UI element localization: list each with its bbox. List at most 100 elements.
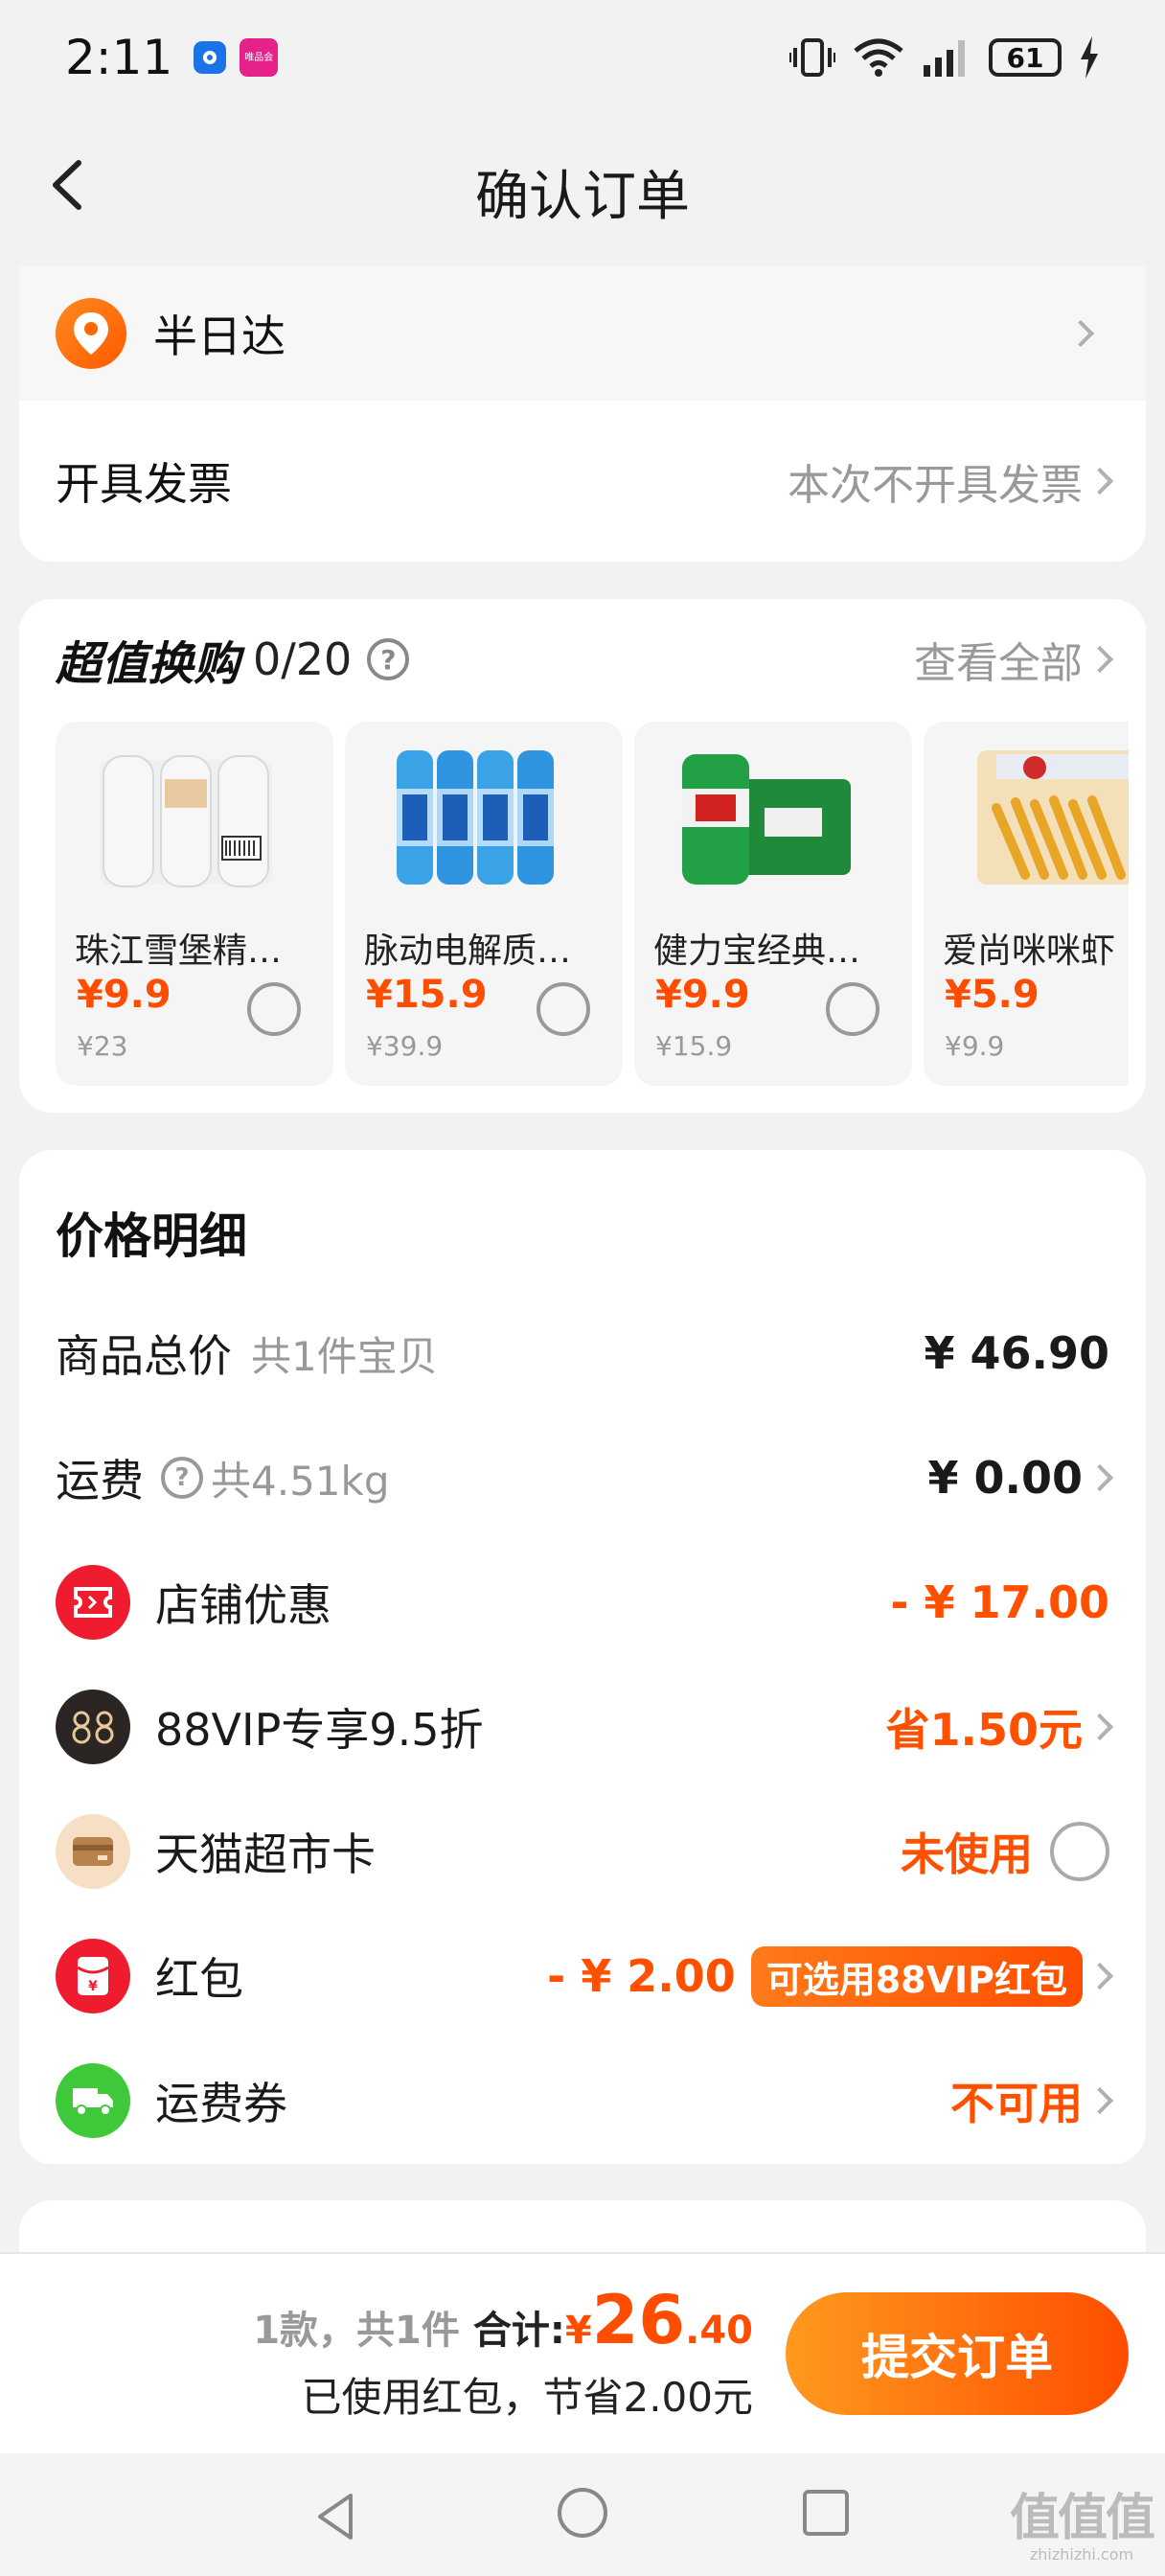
product-price: ¥9.9 xyxy=(655,973,750,1017)
select-radio[interactable] xyxy=(247,982,301,1036)
product-card[interactable]: 脉动电解质… ¥15.9 ¥39.9 xyxy=(345,722,623,1086)
product-image-drink xyxy=(397,750,554,885)
items-total-value: ¥ 46.90 xyxy=(924,1327,1109,1379)
red-packet-label: 红包 xyxy=(155,1953,243,2005)
product-original-price: ¥39.9 xyxy=(366,1030,444,1062)
system-recents-icon[interactable] xyxy=(803,2490,849,2536)
shipping-label: 运费 xyxy=(56,1455,144,1506)
summary-total-integer: 26 xyxy=(591,2281,686,2359)
status-indicators: 61 xyxy=(789,36,1100,79)
vip-row[interactable]: 88VIP专享9.5折 省1.50元 xyxy=(56,1679,1114,1775)
product-name: 脉动电解质… xyxy=(364,932,572,971)
notification-app-icon xyxy=(194,41,227,74)
status-bar: 2:11 唯品会 61 xyxy=(0,0,1165,115)
product-name: 健力宝经典… xyxy=(653,932,861,971)
exchange-card: 超值换购 0/20 ? 查看全部 珠江雪堡精… ¥9.9 ¥23 脉动电解质… … xyxy=(19,599,1146,1113)
signal-icon xyxy=(924,40,965,77)
chevron-right-icon xyxy=(1085,1463,1114,1492)
product-price: ¥5.9 xyxy=(945,973,1039,1017)
summary-currency: ¥ xyxy=(564,2309,592,2353)
help-icon[interactable]: ? xyxy=(161,1457,203,1499)
vip-label: 88VIP专享9.5折 xyxy=(155,1704,484,1756)
summary-count: 1款，共1件 xyxy=(253,2309,460,2353)
shipping-weight: 共4.51kg xyxy=(211,1457,390,1505)
red-packet-icon: ¥ xyxy=(56,1939,130,2013)
invoice-card: 开具发票 本次不开具发票 xyxy=(19,401,1146,562)
watermark-logo: 值值值 xyxy=(1010,2490,1155,2547)
shipping-value: ¥ 0.00 xyxy=(927,1452,1083,1504)
summary-saved: 已使用红包，节省2.00元 xyxy=(301,2374,753,2421)
store-discount-row: 店铺优惠 - ¥ 17.00 xyxy=(56,1554,1109,1650)
select-radio[interactable] xyxy=(826,982,879,1036)
market-card-value: 未使用 xyxy=(901,1828,1033,1880)
chevron-right-icon xyxy=(1085,467,1114,495)
chevron-right-icon xyxy=(1066,319,1095,348)
shipping-row[interactable]: 运费 ? 共4.51kg ¥ 0.00 xyxy=(56,1430,1114,1526)
system-home-icon[interactable] xyxy=(558,2488,607,2538)
items-total-row: 商品总价 共1件宝贝 ¥ 46.90 xyxy=(56,1305,1109,1401)
product-original-price: ¥9.9 xyxy=(945,1030,1005,1062)
battery-indicator: 61 xyxy=(989,38,1062,77)
chevron-right-icon[interactable] xyxy=(1085,645,1114,674)
product-original-price: ¥23 xyxy=(77,1030,128,1062)
chevron-right-icon xyxy=(1085,2086,1114,2115)
watermark: 值值值 zhizhizhi.com xyxy=(1010,2490,1155,2564)
product-strip[interactable]: 珠江雪堡精… ¥9.9 ¥23 脉动电解质… ¥15.9 ¥39.9 健力宝经典… xyxy=(56,722,1129,1086)
shipping-coupon-label: 运费券 xyxy=(155,2078,287,2129)
wifi-icon xyxy=(854,38,903,77)
product-image-snack xyxy=(977,750,1129,885)
product-original-price: ¥15.9 xyxy=(655,1030,733,1062)
chevron-right-icon xyxy=(1085,1962,1114,1990)
summary-total-decimal: .40 xyxy=(685,2309,753,2353)
system-nav-bar xyxy=(0,2453,1165,2576)
card-icon xyxy=(56,1814,130,1889)
items-count: 共1件宝贝 xyxy=(251,1332,438,1380)
invoice-value: 本次不开具发票 xyxy=(788,461,1083,510)
vip88-icon xyxy=(56,1690,130,1764)
submit-order-button[interactable]: 提交订单 xyxy=(786,2292,1129,2415)
page-title: 确认订单 xyxy=(475,166,690,228)
view-all-link[interactable]: 查看全部 xyxy=(914,629,1083,690)
bottom-checkout-bar: 1款，共1件 合计: ¥ 26 .40 已使用红包，节省2.00元 提交订单 xyxy=(0,2252,1165,2453)
location-pin-icon xyxy=(56,298,126,369)
vip-red-packet-tag[interactable]: 可选用88VIP红包 xyxy=(750,1945,1083,2007)
store-discount-value: - ¥ 17.00 xyxy=(890,1576,1109,1628)
product-image-beer xyxy=(100,755,272,887)
chevron-right-icon xyxy=(1085,1713,1114,1741)
market-card-radio[interactable] xyxy=(1050,1822,1109,1881)
summary-total-label: 合计: xyxy=(472,2309,565,2353)
product-card[interactable]: 爱尚咪咪虾 ¥5.9 ¥9.9 xyxy=(924,722,1129,1086)
select-radio[interactable] xyxy=(537,982,590,1036)
coupon-icon xyxy=(56,1565,130,1640)
market-card-label: 天猫超市卡 xyxy=(155,1828,376,1880)
product-card[interactable]: 珠江雪堡精… ¥9.9 ¥23 xyxy=(56,722,333,1086)
red-packet-value: - ¥ 2.00 xyxy=(547,1950,736,2002)
order-summary: 1款，共1件 合计: ¥ 26 .40 已使用红包，节省2.00元 xyxy=(253,2281,753,2424)
product-price: ¥15.9 xyxy=(366,973,488,1017)
exchange-header: 超值换购 0/20 ? 查看全部 xyxy=(19,599,1146,720)
watermark-url: zhizhizhi.com xyxy=(1029,2545,1134,2564)
delivery-row[interactable]: 半日达 xyxy=(19,266,1146,401)
vibrate-icon xyxy=(789,38,835,77)
invoice-row[interactable]: 开具发票 本次不开具发票 xyxy=(19,401,1146,562)
store-discount-label: 店铺优惠 xyxy=(155,1579,331,1631)
market-card-row[interactable]: 天猫超市卡 未使用 xyxy=(56,1804,1109,1899)
charging-icon xyxy=(1081,36,1098,79)
system-back-icon[interactable] xyxy=(308,2488,366,2545)
svg-text:¥: ¥ xyxy=(88,1979,98,1994)
help-icon[interactable]: ? xyxy=(367,638,410,680)
product-price: ¥9.9 xyxy=(77,973,171,1017)
product-name: 爱尚咪咪虾 xyxy=(943,932,1116,971)
delivery-label: 半日达 xyxy=(153,310,286,362)
price-detail-card: 价格明细 商品总价 共1件宝贝 ¥ 46.90 运费 ? 共4.51kg ¥ 0… xyxy=(19,1150,1146,2164)
invoice-label: 开具发票 xyxy=(56,458,232,510)
exchange-count: 0/20 xyxy=(253,633,353,685)
product-image-cans xyxy=(682,754,851,885)
product-card[interactable]: 健力宝经典… ¥9.9 ¥15.9 xyxy=(634,722,912,1086)
shipping-coupon-row[interactable]: 运费券 不可用 xyxy=(56,2053,1114,2149)
vipshop-app-icon: 唯品会 xyxy=(240,38,279,77)
nav-bar: 确认订单 xyxy=(0,115,1165,259)
exchange-title: 超值换购 xyxy=(56,637,240,691)
shipping-coupon-value: 不可用 xyxy=(950,2078,1083,2129)
red-packet-row[interactable]: ¥ 红包 - ¥ 2.00 可选用88VIP红包 xyxy=(56,1928,1114,2024)
